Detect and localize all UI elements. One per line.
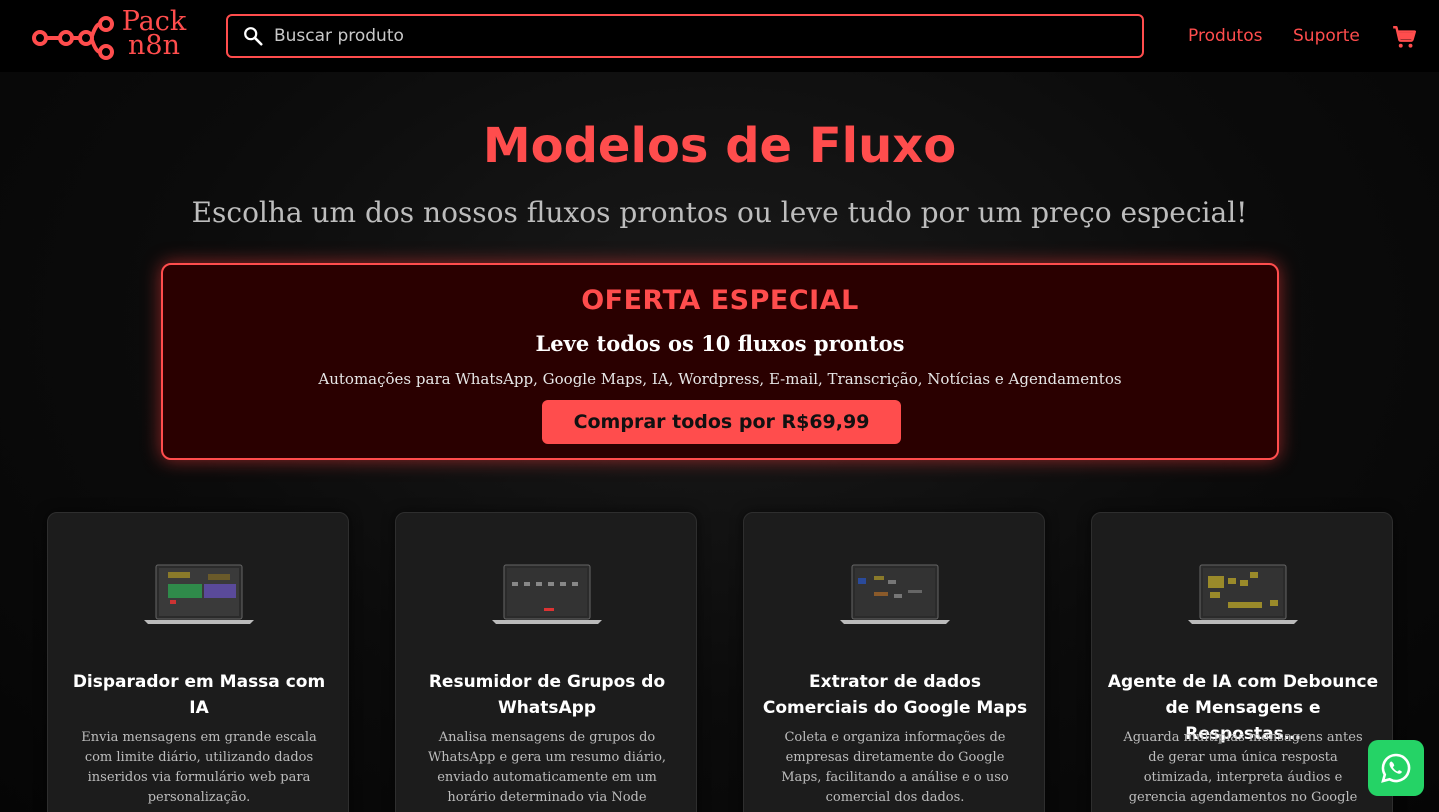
nav-suporte-link[interactable]: Suporte [1293, 26, 1360, 46]
brand-wordmark: Pack n8n [118, 8, 190, 61]
workflow-preview-image [840, 564, 950, 624]
card-title: Extrator de dados Comerciais do Google M… [762, 672, 1028, 718]
card-description: Aguarda múltiplas mensagens antes de ger… [1123, 730, 1363, 805]
card-description: Analisa mensagens de grupos do WhatsApp … [427, 730, 667, 805]
product-card[interactable]: Disparador em Massa com IA Envia mensage… [47, 512, 349, 812]
brand-logo[interactable]: Pack n8n [30, 8, 195, 62]
page-subtitle: Escolha um dos nossos fluxos prontos ou … [191, 196, 1248, 229]
nav-produtos-link[interactable]: Produtos [1188, 26, 1262, 46]
search-input[interactable] [274, 26, 1142, 46]
offer-description: Automações para WhatsApp, Google Maps, I… [318, 370, 1122, 388]
card-title: Disparador em Massa com IA [72, 672, 326, 718]
card-title: Resumidor de Grupos do WhatsApp [428, 672, 666, 718]
page-title: Modelos de Fluxo [482, 118, 957, 174]
product-card[interactable]: Agente de IA com Debounce de Mensagens e… [1091, 512, 1393, 812]
search-bar [226, 14, 1144, 58]
card-description: Envia mensagens em grande escala com lim… [81, 730, 317, 805]
whatsapp-icon [1381, 753, 1411, 783]
special-offer-box: OFERTA ESPECIAL Leve todos os 10 fluxos … [161, 263, 1279, 460]
workflow-preview-image [144, 564, 254, 624]
buy-all-button[interactable]: Comprar todos por R$69,99 [542, 400, 901, 444]
brand-line-2: n8n [128, 30, 180, 61]
product-card[interactable]: Extrator de dados Comerciais do Google M… [743, 512, 1045, 812]
card-description: Coleta e organiza informações de empresa… [781, 730, 1009, 805]
workflow-preview-image [1188, 564, 1298, 624]
offer-title: OFERTA ESPECIAL [581, 285, 859, 316]
whatsapp-button[interactable] [1368, 740, 1424, 796]
workflow-preview-image [492, 564, 602, 624]
cart-icon[interactable] [1391, 24, 1417, 50]
n8n-logo-icon [32, 16, 114, 60]
search-icon[interactable] [242, 25, 264, 47]
offer-headline: Leve todos os 10 fluxos prontos [535, 331, 905, 356]
product-card[interactable]: Resumidor de Grupos do WhatsApp Analisa … [395, 512, 697, 812]
top-bar: Pack n8n Produtos Suporte [0, 0, 1439, 72]
